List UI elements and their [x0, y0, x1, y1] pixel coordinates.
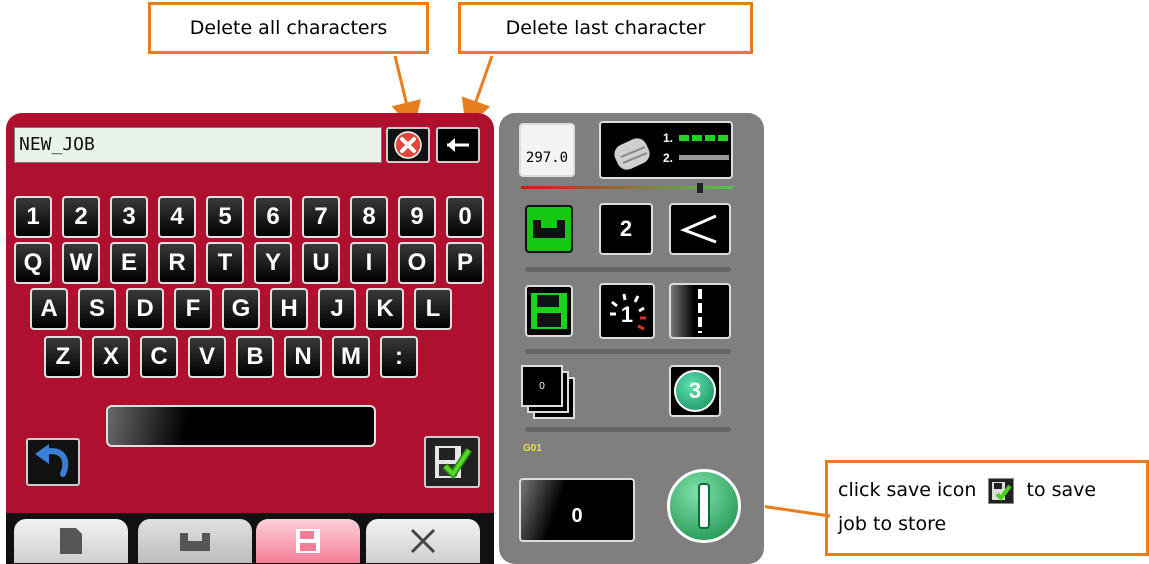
stitch-icon: [180, 533, 210, 551]
speed-slider-thumb[interactable]: [697, 183, 703, 193]
cylinder-green-dashes: [679, 135, 729, 141]
length-button[interactable]: 297.0: [519, 123, 575, 177]
key-s[interactable]: S: [78, 288, 116, 330]
keyboard-panel: NEW_JOB 1234567890 QWERTYUIOP ASDFGHJKL ZXC…: [6, 113, 494, 513]
key-t[interactable]: T: [206, 242, 244, 284]
key-p[interactable]: P: [446, 242, 484, 284]
key-j[interactable]: J: [318, 288, 356, 330]
length-value: 297.0: [525, 150, 569, 166]
dashed-line-icon: [698, 289, 702, 333]
divider-1: [525, 267, 731, 272]
badge-value: 3: [688, 378, 702, 403]
key-f[interactable]: F: [174, 288, 212, 330]
key-b[interactable]: B: [236, 336, 274, 378]
save-job-button[interactable]: [424, 436, 480, 488]
stack-value: 0: [539, 380, 545, 392]
key-q[interactable]: Q: [14, 242, 52, 284]
status-panel: 297.0 1. 2. 2 1 0 3 G01 0: [499, 113, 764, 564]
key-5[interactable]: 5: [206, 196, 244, 238]
key-8[interactable]: 8: [350, 196, 388, 238]
divider-2: [525, 349, 731, 354]
key-h[interactable]: H: [270, 288, 308, 330]
angle-button[interactable]: [669, 203, 731, 255]
floppy-icon: [296, 529, 320, 553]
key-k[interactable]: K: [366, 288, 404, 330]
program-mode-button[interactable]: [525, 205, 573, 253]
key-w[interactable]: W: [62, 242, 100, 284]
thread-cylinder-button[interactable]: 1. 2.: [599, 121, 733, 179]
key-x[interactable]: X: [92, 336, 130, 378]
stack-button[interactable]: 0: [521, 365, 577, 421]
key-0[interactable]: 0: [446, 196, 484, 238]
stitch-green-icon: [533, 220, 565, 238]
key-g[interactable]: G: [222, 288, 260, 330]
delete-all-button[interactable]: [386, 127, 430, 163]
key-9[interactable]: 9: [398, 196, 436, 238]
cylinder-mark-2: 2.: [663, 151, 674, 165]
key-colon[interactable]: :: [380, 336, 418, 378]
stitch-count-value: 2: [619, 216, 633, 241]
angle-icon: [680, 214, 717, 244]
key-z[interactable]: Z: [44, 336, 82, 378]
start-button[interactable]: [667, 469, 741, 543]
save-job-icon: [435, 446, 472, 480]
cylinder-bar: [679, 155, 729, 160]
power-icon: [698, 483, 710, 529]
sequence-rays-icon: [610, 293, 646, 331]
line-button[interactable]: [669, 283, 731, 339]
device-screen: NEW_JOB 1234567890QWERTYUIOPASDFGHJKLZXC…: [0, 113, 765, 564]
key-6[interactable]: 6: [254, 196, 292, 238]
key-n[interactable]: N: [284, 336, 322, 378]
divider-3: [525, 427, 731, 432]
key-m[interactable]: M: [332, 336, 370, 378]
tab-file[interactable]: [14, 519, 128, 563]
key-3[interactable]: 3: [110, 196, 148, 238]
key-u[interactable]: U: [302, 242, 340, 284]
key-v[interactable]: V: [188, 336, 226, 378]
cylinder-icon: [614, 138, 650, 170]
key-c[interactable]: C: [140, 336, 178, 378]
counter-badge-button[interactable]: 3: [669, 365, 721, 417]
key-r[interactable]: R: [158, 242, 196, 284]
arrow-left-icon: [447, 138, 469, 152]
counter-button[interactable]: 0: [519, 478, 635, 542]
tab-bar: [6, 513, 494, 564]
tab-tools[interactable]: [366, 519, 480, 563]
key-l[interactable]: L: [414, 288, 452, 330]
key-y[interactable]: Y: [254, 242, 292, 284]
floppy-green-icon: [531, 293, 567, 329]
stitch-count-button[interactable]: 2: [599, 203, 653, 255]
backspace-button[interactable]: [436, 127, 480, 163]
key-d[interactable]: D: [126, 288, 164, 330]
key-a[interactable]: A: [30, 288, 68, 330]
key-e[interactable]: E: [110, 242, 148, 284]
number-badge-icon: 3: [674, 370, 716, 412]
cylinder-mark-1: 1.: [663, 131, 674, 145]
key-7[interactable]: 7: [302, 196, 340, 238]
undo-icon: [35, 444, 69, 477]
counter-value: 0: [571, 504, 583, 527]
tab-save[interactable]: [256, 519, 360, 563]
tools-icon: [410, 528, 436, 554]
key-2[interactable]: 2: [62, 196, 100, 238]
key-o[interactable]: O: [398, 242, 436, 284]
job-name-input[interactable]: NEW_JOB: [14, 127, 382, 163]
program-label: G01: [523, 443, 542, 454]
key-1[interactable]: 1: [14, 196, 52, 238]
key-i[interactable]: I: [350, 242, 388, 284]
key-4[interactable]: 4: [158, 196, 196, 238]
memory-button[interactable]: [525, 285, 573, 337]
tab-stitch[interactable]: [138, 519, 252, 563]
space-key[interactable]: [106, 405, 376, 447]
clear-icon: [394, 131, 422, 159]
file-icon: [60, 528, 82, 554]
undo-button[interactable]: [26, 438, 80, 486]
speed-slider[interactable]: [521, 183, 733, 193]
sequence-button[interactable]: 1: [599, 283, 655, 339]
